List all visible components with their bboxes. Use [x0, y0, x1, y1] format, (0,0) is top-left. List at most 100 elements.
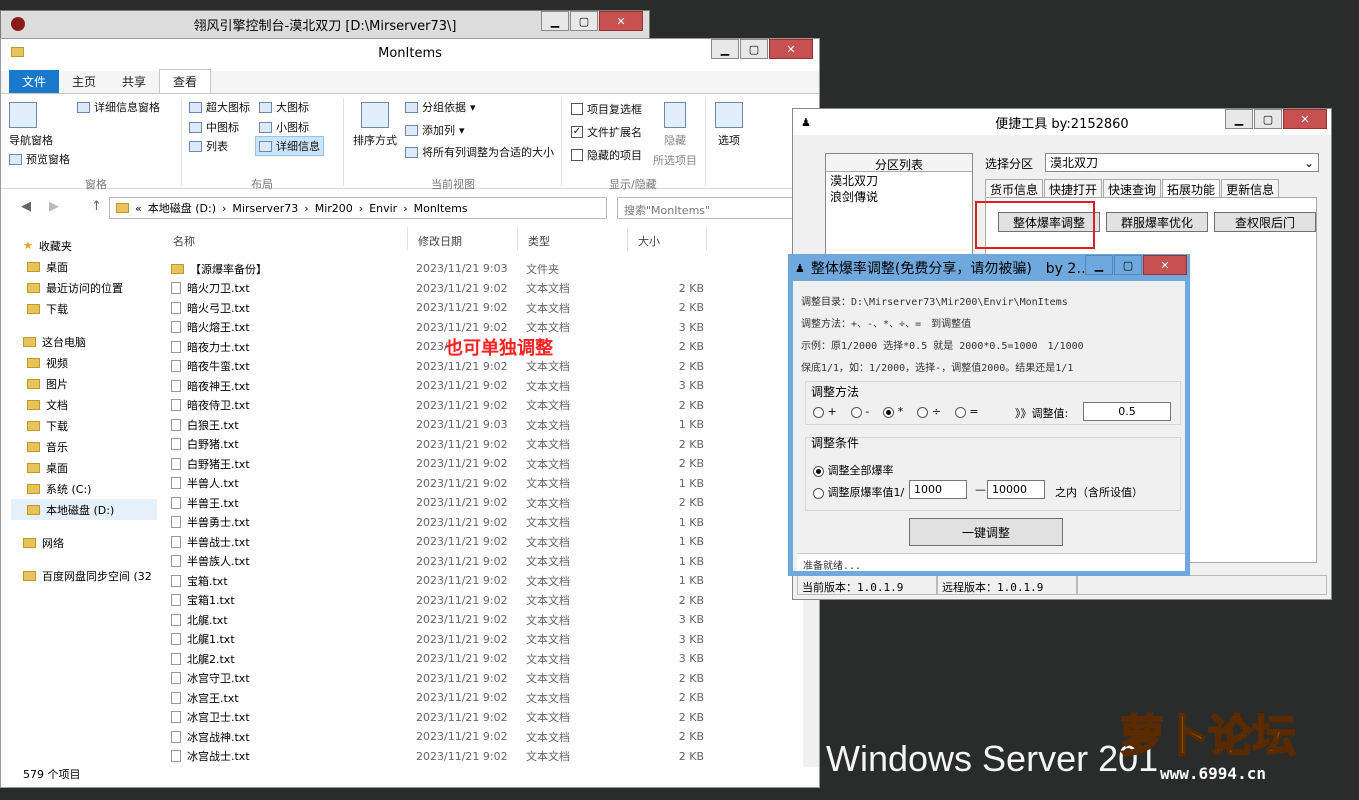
table-row[interactable]: 半兽勇士.txt 2023/11/21 9:02 文本文档 1 KB — [171, 513, 711, 533]
op-radio-minus[interactable]: - — [850, 405, 869, 418]
forward-arrow-icon[interactable]: ▶ — [49, 199, 59, 214]
hide-selected-button[interactable]: 隐藏 所选项目 — [653, 102, 697, 168]
table-row[interactable]: 暗夜神王.txt 2023/11/21 9:02 文本文档 3 KB — [171, 376, 711, 396]
table-row[interactable]: 半兽人.txt 2023/11/21 9:02 文本文档 1 KB — [171, 474, 711, 494]
maximize-button[interactable]: ▢ — [740, 39, 768, 59]
column-size[interactable]: 大小 — [628, 227, 707, 251]
breadcrumb-item[interactable]: 本地磁盘 (D:) — [148, 200, 216, 216]
column-date[interactable]: 修改日期 — [408, 227, 518, 251]
op-radio-plus[interactable]: + — [813, 405, 837, 418]
table-row[interactable]: 北艉2.txt 2023/11/21 9:02 文本文档 3 KB — [171, 649, 711, 669]
nav-item[interactable]: 最近访问的位置 — [11, 277, 157, 298]
range-to-input[interactable]: 10000 — [987, 480, 1045, 499]
nav-item[interactable]: 下载 — [11, 298, 157, 319]
check-backdoor-button[interactable]: 查权限后门 — [1214, 212, 1316, 232]
nav-item[interactable]: 本地磁盘 (D:) — [11, 499, 157, 520]
table-row[interactable]: 暗夜牛蛮.txt 2023/11/21 9:02 文本文档 2 KB — [171, 357, 711, 377]
close-button[interactable]: ✕ — [599, 11, 643, 31]
table-row[interactable]: 冰宫守卫.txt 2023/11/21 9:02 文本文档 2 KB — [171, 669, 711, 689]
close-button[interactable]: ✕ — [1143, 255, 1187, 275]
nav-item[interactable]: 图片 — [11, 373, 157, 394]
list-view[interactable]: 列表 — [189, 138, 228, 154]
table-row[interactable]: 白狼王.txt 2023/11/21 9:03 文本文档 1 KB — [171, 415, 711, 435]
nav-item[interactable]: 网络 — [11, 532, 157, 553]
table-row[interactable]: 北艉1.txt 2023/11/21 9:02 文本文档 3 KB — [171, 630, 711, 650]
list-item[interactable]: 漠北双刀 — [826, 172, 972, 188]
maximize-button[interactable]: ▢ — [1254, 109, 1282, 129]
tab-home[interactable]: 主页 — [59, 70, 109, 93]
breadcrumb-item[interactable]: MonItems — [414, 202, 468, 215]
breadcrumb-item[interactable]: Mir200 — [315, 202, 353, 215]
table-row[interactable]: 宝箱.txt 2023/11/21 9:02 文本文档 1 KB — [171, 571, 711, 591]
nav-item[interactable]: ★ 收藏夹 — [11, 235, 157, 256]
op-radio-divide[interactable]: ÷ — [917, 405, 941, 418]
back-arrow-icon[interactable]: ◀ — [21, 199, 31, 214]
maximize-button[interactable]: ▢ — [1114, 255, 1142, 275]
preview-pane-button[interactable]: 预览窗格 — [9, 151, 70, 167]
large-icons[interactable]: 大图标 — [259, 99, 309, 115]
medium-icons[interactable]: 中图标 — [189, 119, 239, 135]
nav-item[interactable]: 下载 — [11, 415, 157, 436]
table-row[interactable]: 冰宫王.txt 2023/11/21 9:02 文本文档 2 KB — [171, 688, 711, 708]
item-checkboxes-toggle[interactable]: 项目复选框 — [571, 101, 642, 117]
nav-item[interactable]: 音乐 — [11, 436, 157, 457]
list-item[interactable]: 浪剑傳说 — [826, 188, 972, 204]
address-bar[interactable]: « 本地磁盘 (D:) › Mirserver73 › Mir200 › Envir ›… — [109, 197, 607, 219]
table-row[interactable]: 暗火熔王.txt 2023/11/21 9:02 文本文档 3 KB — [171, 318, 711, 338]
apply-button[interactable]: 一键调整 — [909, 518, 1063, 546]
nav-item[interactable]: 系统 (C:) — [11, 478, 157, 499]
nav-item[interactable]: 这台电脑 — [11, 331, 157, 352]
table-row[interactable]: 宝箱1.txt 2023/11/21 9:02 文本文档 2 KB — [171, 591, 711, 611]
up-arrow-icon[interactable]: ↑ — [91, 199, 102, 214]
nav-item[interactable]: 文档 — [11, 394, 157, 415]
table-row[interactable]: 半兽战士.txt 2023/11/21 9:02 文本文档 1 KB — [171, 532, 711, 552]
table-row[interactable]: 北艉.txt 2023/11/21 9:02 文本文档 3 KB — [171, 610, 711, 630]
column-name[interactable]: 名称 — [163, 227, 408, 251]
nav-item[interactable]: 桌面 — [11, 457, 157, 478]
table-row[interactable]: 暗火刀卫.txt 2023/11/21 9:02 文本文档 2 KB — [171, 279, 711, 299]
details-pane-button[interactable]: 详细信息窗格 — [77, 99, 160, 115]
table-row[interactable]: 白野猪.txt 2023/11/21 9:02 文本文档 2 KB — [171, 435, 711, 455]
table-row[interactable]: 暗火弓卫.txt 2023/11/21 9:02 文本文档 2 KB — [171, 298, 711, 318]
group-optimize-button[interactable]: 群服爆率优化 — [1106, 212, 1208, 232]
table-row[interactable]: 冰宫战士.txt 2023/11/21 9:02 文本文档 2 KB — [171, 747, 711, 767]
breadcrumb-item[interactable]: Mirserver73 — [232, 202, 298, 215]
table-row[interactable]: 半兽族人.txt 2023/11/21 9:02 文本文档 1 KB — [171, 552, 711, 572]
breadcrumb-item[interactable]: Envir — [369, 202, 397, 215]
nav-item[interactable]: 桌面 — [11, 256, 157, 277]
table-row[interactable]: 冰宫战神.txt 2023/11/21 9:02 文本文档 2 KB — [171, 727, 711, 747]
minimize-button[interactable]: ▁ — [541, 11, 569, 31]
extra-large-icons[interactable]: 超大图标 — [189, 99, 250, 115]
fit-columns-button[interactable]: 将所有列调整为合适的大小 — [405, 144, 554, 160]
table-row[interactable]: 白野猪王.txt 2023/11/21 9:02 文本文档 2 KB — [171, 454, 711, 474]
op-radio-equals[interactable]: = — [954, 405, 979, 418]
close-button[interactable]: ✕ — [1283, 109, 1327, 129]
table-row[interactable]: 冰宫卫士.txt 2023/11/21 9:02 文本文档 2 KB — [171, 708, 711, 728]
maximize-button[interactable]: ▢ — [570, 11, 598, 31]
tab-share[interactable]: 共享 — [109, 70, 159, 93]
details-view[interactable]: 详细信息 — [255, 136, 324, 156]
close-button[interactable]: ✕ — [769, 39, 813, 59]
table-row[interactable]: 暗夜力士.txt 2023/2 KB — [171, 337, 711, 357]
small-icons[interactable]: 小图标 — [259, 119, 309, 135]
add-column-button[interactable]: 添加列 ▾ — [405, 122, 465, 138]
table-row[interactable]: 半兽王.txt 2023/11/21 9:02 文本文档 2 KB — [171, 493, 711, 513]
nav-pane-button[interactable]: 导航窗格 — [9, 102, 53, 148]
partition-select[interactable]: 漠北双刀 ⌄ — [1045, 153, 1319, 172]
cond-all-radio[interactable]: 调整全部爆率 — [813, 462, 894, 478]
table-row[interactable]: 【源爆率备份】 2023/11/21 9:03 文件夹 — [171, 259, 711, 279]
minimize-button[interactable]: ▁ — [711, 39, 739, 59]
op-radio-multiply[interactable]: * — [883, 405, 903, 418]
tab-file[interactable]: 文件 — [9, 70, 60, 93]
group-by-button[interactable]: 分组依据 ▾ — [405, 99, 476, 115]
table-row[interactable]: 暗夜侍卫.txt 2023/11/21 9:02 文本文档 2 KB — [171, 396, 711, 416]
minimize-button[interactable]: ▁ — [1085, 255, 1113, 275]
nav-item[interactable]: 百度网盘同步空间 (32 — [11, 565, 157, 586]
options-button[interactable]: 选项 — [715, 102, 743, 148]
sort-by-button[interactable]: 排序方式 — [353, 102, 397, 148]
nav-item[interactable]: 视频 — [11, 352, 157, 373]
column-type[interactable]: 类型 — [518, 227, 628, 251]
hidden-items-toggle[interactable]: 隐藏的项目 — [571, 147, 642, 163]
range-from-input[interactable]: 1000 — [909, 480, 967, 499]
search-input[interactable]: 搜索"MonItems" — [617, 197, 817, 219]
